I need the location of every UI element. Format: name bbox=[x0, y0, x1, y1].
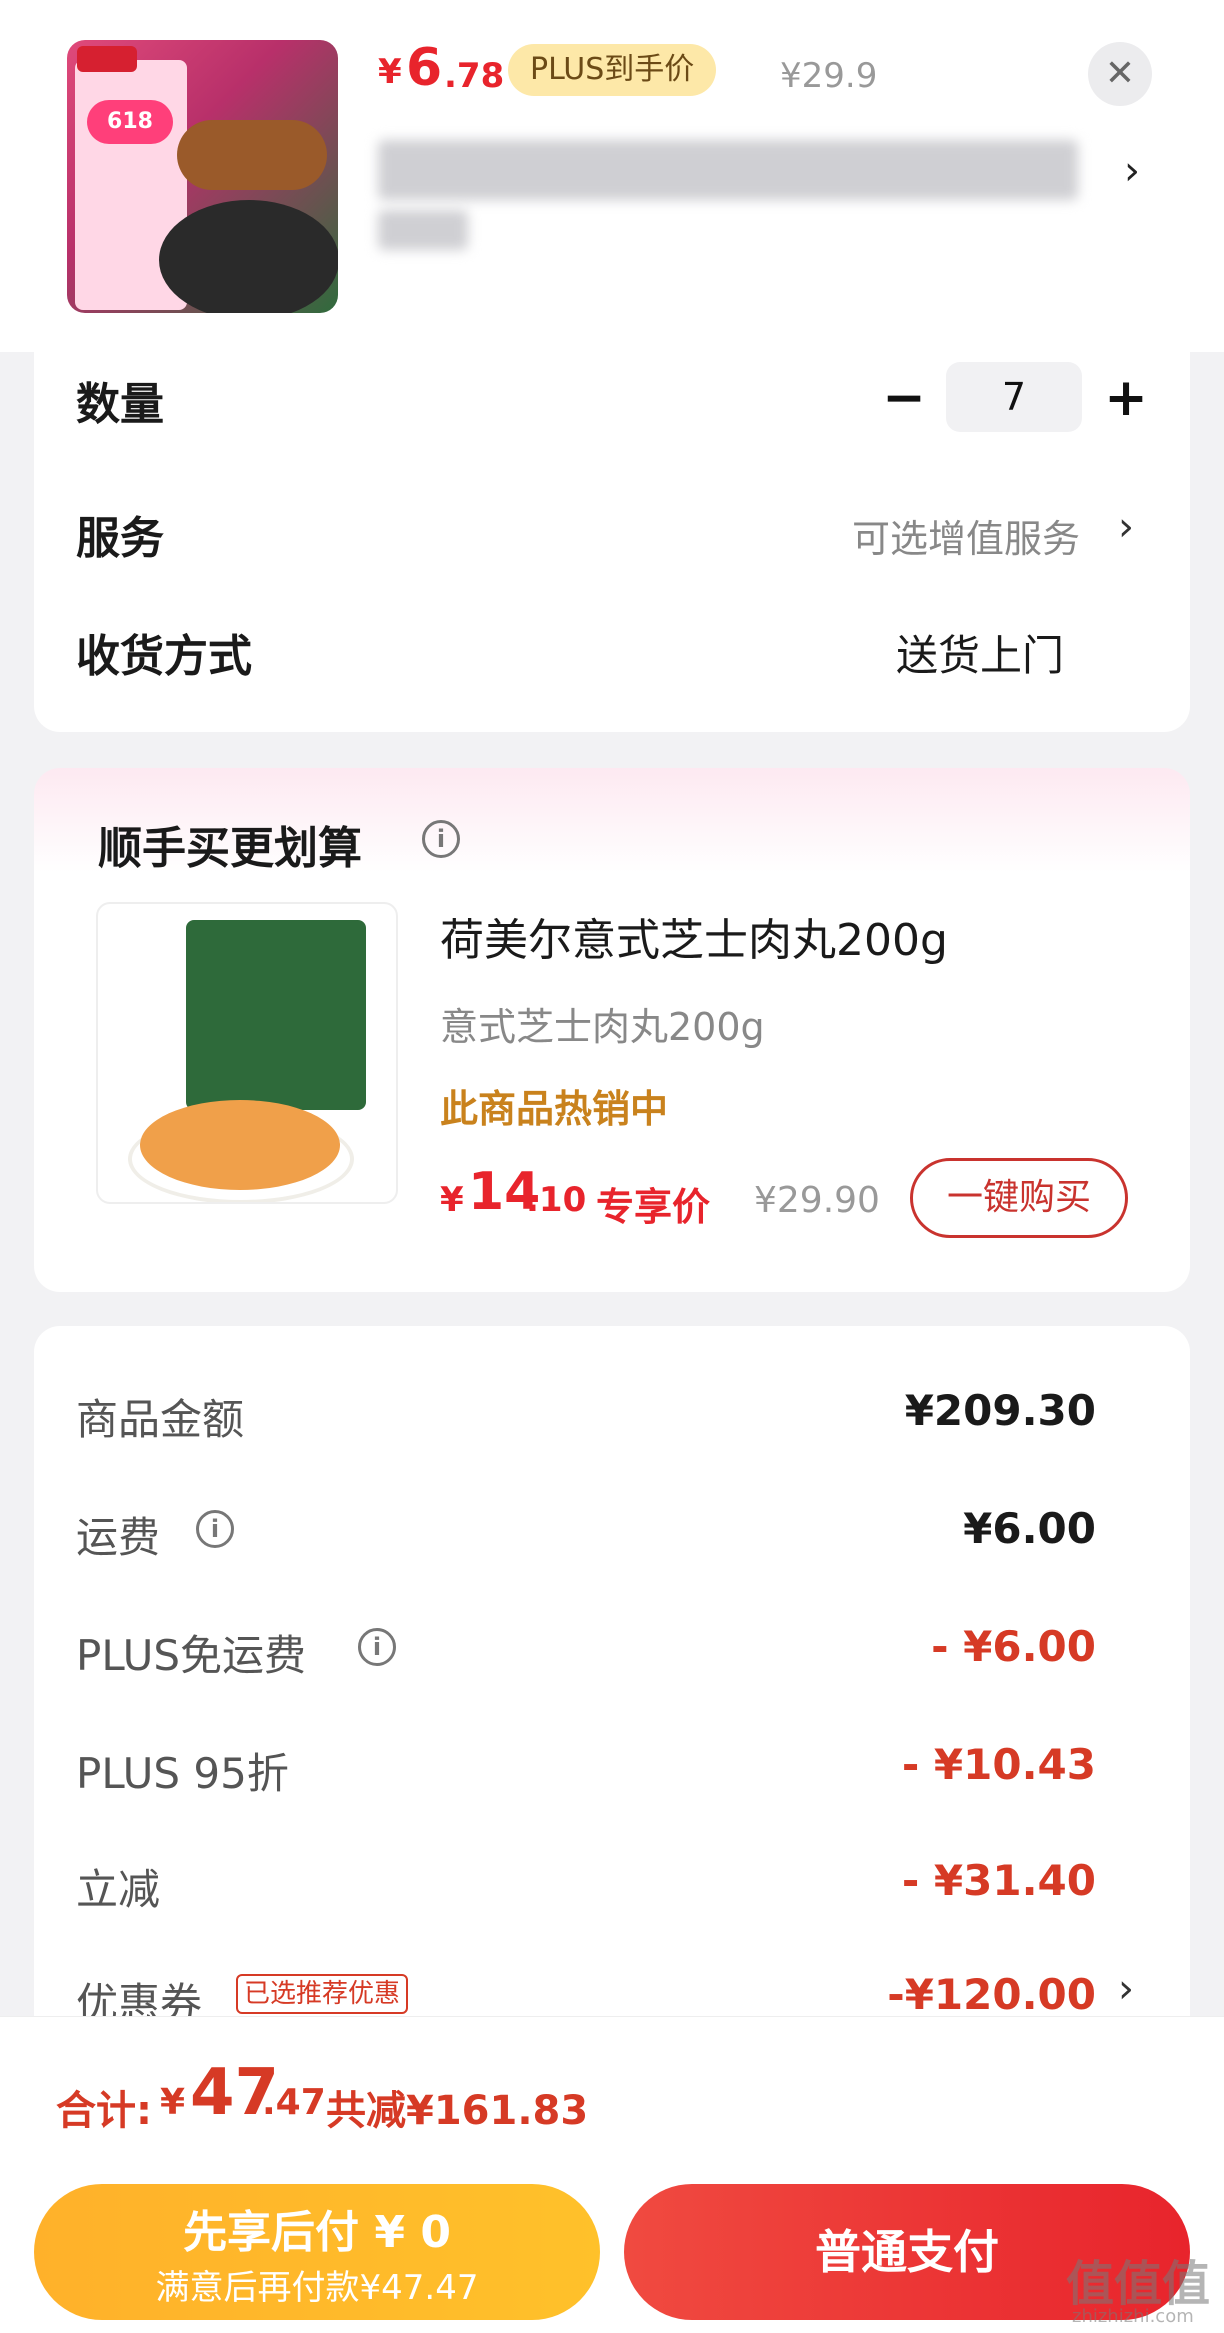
upsell-info-icon[interactable]: i bbox=[422, 820, 460, 858]
brand-logo bbox=[77, 46, 137, 72]
plus-discount-label: PLUS 95折 bbox=[76, 1749, 289, 1798]
plus-free-shipping-info-icon[interactable]: i bbox=[358, 1628, 396, 1666]
quantity-label: 数量 bbox=[76, 379, 164, 430]
watermark: 值值值 bbox=[1066, 2256, 1211, 2312]
total-symbol: ¥ bbox=[160, 2082, 186, 2123]
product-detail-chevron-icon[interactable]: › bbox=[1124, 148, 1140, 194]
coupon-value[interactable]: -¥120.00 bbox=[676, 1970, 1096, 2019]
service-chevron-icon[interactable]: › bbox=[1118, 504, 1134, 550]
pan-image bbox=[159, 200, 338, 313]
delivery-label: 收货方式 bbox=[76, 631, 252, 682]
one-click-buy-button[interactable]: 一键购买 bbox=[910, 1158, 1128, 1238]
pay-later-subtitle: 满意后再付款¥47.47 bbox=[155, 2268, 479, 2308]
product-thumbnail[interactable]: 618 bbox=[67, 40, 338, 313]
service-option[interactable]: 可选增值服务 bbox=[852, 508, 1080, 563]
pay-later-title: 先享后付 ¥ 0 bbox=[183, 2207, 451, 2258]
product-price-symbol: ¥ bbox=[378, 52, 402, 92]
plus-discount-value: - ¥10.43 bbox=[901, 1740, 1096, 1789]
subtotal-value: ¥209.30 bbox=[904, 1386, 1096, 1435]
sausage-image bbox=[177, 120, 327, 190]
upsell-title: 顺手买更划算 bbox=[98, 823, 362, 874]
coupon-recommended-tag: 已选推荐优惠 bbox=[236, 1974, 409, 2014]
upsell-price-label: 专享价 bbox=[596, 1185, 711, 1229]
promo-618-badge: 618 bbox=[87, 100, 173, 144]
meatballs-image bbox=[140, 1100, 340, 1190]
total-saved: 共减¥161.83 bbox=[326, 2088, 589, 2134]
quantity-decrease-button[interactable]: − bbox=[880, 366, 928, 430]
shipping-value: ¥6.00 bbox=[963, 1504, 1096, 1553]
watermark-url: zhizhizhi.com bbox=[1072, 2306, 1194, 2327]
quantity-input[interactable]: 7 bbox=[946, 362, 1082, 432]
upsell-product-name[interactable]: 荷美尔意式芝士肉丸200g bbox=[440, 904, 948, 968]
service-label: 服务 bbox=[76, 513, 164, 564]
plus-price-badge: PLUS到手价 bbox=[508, 44, 717, 96]
product-price-decimal: .78 bbox=[444, 56, 505, 96]
upsell-hot-label: 此商品热销中 bbox=[440, 1087, 669, 1131]
upsell-product-spec: 意式芝士肉丸200g bbox=[440, 1005, 765, 1049]
coupon-chevron-icon[interactable]: › bbox=[1118, 1966, 1134, 2012]
total-amount-decimal: .47 bbox=[262, 2082, 326, 2123]
meatball-package-image bbox=[186, 920, 366, 1110]
blurred-product-title bbox=[378, 140, 1078, 200]
plus-free-shipping-label: PLUS免运费 bbox=[76, 1631, 307, 1680]
close-button[interactable]: ✕ bbox=[1088, 42, 1152, 106]
close-icon: ✕ bbox=[1104, 53, 1136, 94]
shipping-label: 运费 bbox=[76, 1513, 161, 1562]
quantity-increase-button[interactable]: + bbox=[1098, 366, 1154, 430]
upsell-original-price: ¥29.90 bbox=[754, 1180, 880, 1221]
blurred-product-title-line2 bbox=[378, 210, 468, 250]
upsell-price-symbol: ¥ bbox=[440, 1180, 464, 1220]
instant-discount-value: - ¥31.40 bbox=[901, 1856, 1096, 1905]
instant-discount-label: 立减 bbox=[76, 1865, 161, 1914]
upsell-product-image[interactable] bbox=[96, 902, 398, 1204]
pay-later-button[interactable]: 先享后付 ¥ 0 满意后再付款¥47.47 bbox=[34, 2184, 600, 2320]
upsell-price-decimal: .10 bbox=[526, 1180, 587, 1220]
plus-free-shipping-value: - ¥6.00 bbox=[931, 1622, 1096, 1671]
total-label: 合计: bbox=[56, 2088, 152, 2134]
shipping-info-icon[interactable]: i bbox=[196, 1510, 234, 1548]
subtotal-label: 商品金额 bbox=[76, 1395, 245, 1444]
product-price-main: 6 bbox=[406, 38, 443, 98]
delivery-method[interactable]: 送货上门 bbox=[896, 622, 1064, 683]
product-original-price: ¥29.9 bbox=[780, 56, 878, 96]
